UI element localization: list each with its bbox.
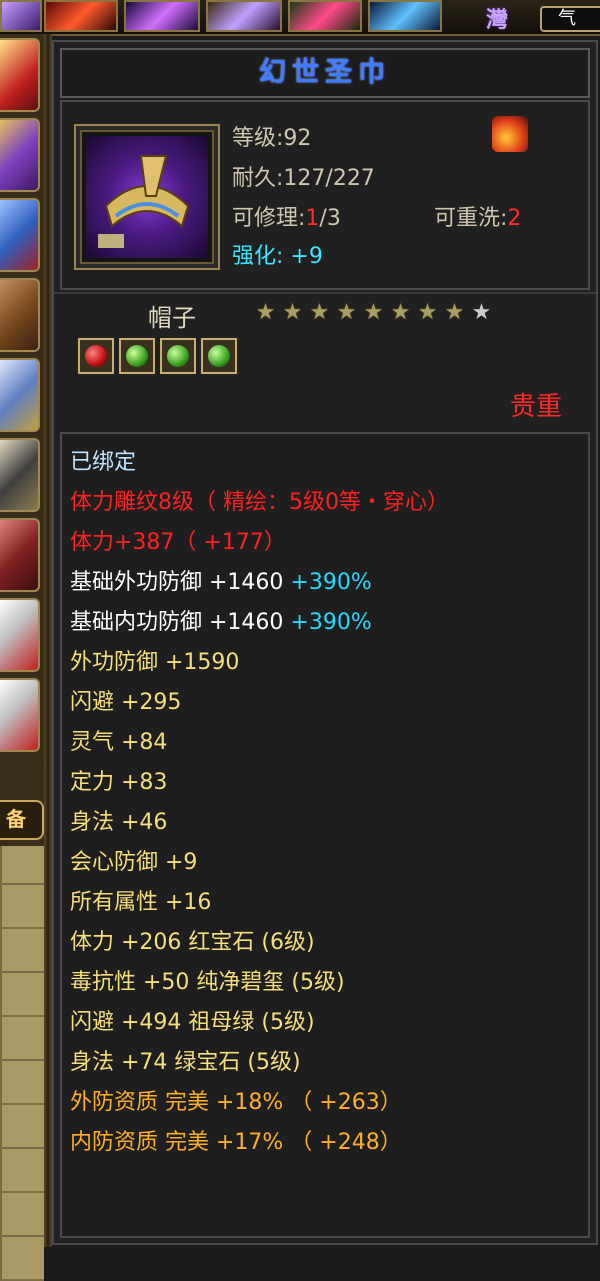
headband-icon bbox=[86, 136, 208, 258]
top-slot-3[interactable] bbox=[124, 0, 200, 32]
star-icon: ★ bbox=[282, 300, 303, 325]
ext-aptitude-line: 外防资质 完美 +18% （ +263） bbox=[70, 1090, 402, 1115]
agility-line: 身法 +46 bbox=[70, 810, 168, 835]
ext-def-line: 外功防御 +1590 bbox=[70, 650, 240, 675]
top-slot-6[interactable] bbox=[368, 0, 442, 32]
base-ext-def-value: 基础外功防御 +1460 bbox=[70, 570, 291, 595]
gem-slot-3[interactable] bbox=[160, 338, 196, 374]
stamina-line: 体力+387（ +177） bbox=[70, 530, 286, 555]
equip-slot-amulet-1[interactable] bbox=[0, 598, 40, 672]
equip-slot-wrist[interactable] bbox=[0, 118, 40, 192]
focus-line: 定力 +83 bbox=[70, 770, 168, 795]
star-icon: ★ bbox=[309, 300, 330, 325]
item-name: 幻世圣巾 bbox=[259, 57, 391, 88]
equip-slot-bracelet[interactable] bbox=[0, 518, 40, 592]
star-icon: ★ bbox=[255, 300, 276, 325]
item-level: 等级:92 bbox=[232, 126, 312, 151]
tab-qi[interactable]: 气 bbox=[540, 6, 600, 32]
item-tooltip: 幻世圣巾 等级:92 耐久:127/227 可修理:1/3 可重洗:2 强化: … bbox=[52, 40, 598, 1245]
gem-slot-1[interactable] bbox=[78, 338, 114, 374]
equip-slot-armor[interactable] bbox=[0, 198, 40, 272]
base-int-def-value: 基础内功防御 +1460 bbox=[70, 610, 291, 635]
attribute-list: 已绑定 体力雕纹8级（ 精绘：5级0等・穿心） 体力+387（ +177） 基础… bbox=[60, 432, 590, 1238]
base-ext-def-bonus: +390% bbox=[290, 570, 372, 595]
star-icon: ★ bbox=[363, 300, 384, 325]
equipment-tab[interactable]: 备 bbox=[0, 800, 44, 840]
star-icon: ★ bbox=[471, 300, 492, 325]
base-int-def-line: 基础内功防御 +1460 +390% bbox=[70, 608, 372, 638]
base-int-def-bonus: +390% bbox=[290, 610, 372, 635]
brand-glyph: 灣 bbox=[485, 8, 508, 33]
engrave-line: 体力雕纹8级（ 精绘：5级0等・穿心） bbox=[70, 490, 449, 515]
fire-element-icon bbox=[492, 116, 528, 152]
equip-slot-ring[interactable] bbox=[0, 438, 40, 512]
red-gem-icon bbox=[85, 345, 107, 367]
item-header: 等级:92 耐久:127/227 可修理:1/3 可重洗:2 强化: +9 bbox=[60, 100, 590, 290]
star-icon: ★ bbox=[444, 300, 465, 325]
star-icon: ★ bbox=[336, 300, 357, 325]
all-attr-line: 所有属性 +16 bbox=[70, 890, 212, 915]
dodge-line: 闪避 +295 bbox=[70, 690, 182, 715]
gem-line-tourmaline: 毒抗性 +50 纯净碧玺 (5级) bbox=[70, 970, 345, 995]
column-separator bbox=[44, 34, 52, 1247]
item-title-bar: 幻世圣巾 bbox=[60, 48, 590, 98]
repair-count: 1 bbox=[305, 206, 320, 231]
star-rating: ★ ★ ★ ★ ★ ★ ★ ★ ★ bbox=[252, 300, 495, 325]
item-quality: 贵重 bbox=[510, 392, 563, 422]
star-icon: ★ bbox=[417, 300, 438, 325]
background-floor bbox=[0, 846, 44, 1281]
equip-slot-amulet-2[interactable] bbox=[0, 678, 40, 752]
top-slot-5[interactable] bbox=[288, 0, 362, 32]
spirit-line: 灵气 +84 bbox=[70, 730, 168, 755]
star-icon: ★ bbox=[390, 300, 411, 325]
bound-status: 已绑定 bbox=[70, 450, 137, 475]
item-type: 帽子 bbox=[148, 304, 196, 332]
gem-line-green: 身法 +74 绿宝石 (5级) bbox=[70, 1050, 301, 1075]
green-gem-icon bbox=[208, 345, 230, 367]
repair-max: /3 bbox=[319, 206, 341, 231]
gem-line-emerald: 闪避 +494 祖母绿 (5级) bbox=[70, 1010, 315, 1035]
green-gem-icon bbox=[167, 345, 189, 367]
top-slot-1[interactable] bbox=[0, 0, 42, 32]
gem-slots bbox=[78, 338, 242, 378]
enhance-value: +9 bbox=[290, 244, 323, 269]
equipment-column: 备 bbox=[0, 34, 44, 1281]
enhance-label: 强化: bbox=[232, 244, 291, 269]
equip-slot-boots[interactable] bbox=[0, 358, 40, 432]
gem-slot-4[interactable] bbox=[201, 338, 237, 374]
item-repair: 可修理:1/3 bbox=[232, 200, 341, 232]
equip-slot-weapon[interactable] bbox=[0, 38, 40, 112]
base-ext-def-line: 基础外功防御 +1460 +390% bbox=[70, 568, 372, 598]
top-slot-strip: 灣 气 bbox=[0, 0, 600, 36]
item-durability: 耐久:127/227 bbox=[232, 166, 375, 191]
equip-slot-belt[interactable] bbox=[0, 278, 40, 352]
int-aptitude-line: 内防资质 完美 +17% （ +248） bbox=[70, 1130, 402, 1155]
item-enhance: 强化: +9 bbox=[232, 238, 323, 270]
section-divider bbox=[54, 292, 596, 294]
rewash-label: 可重洗: bbox=[434, 206, 508, 231]
item-icon-frame bbox=[74, 124, 220, 270]
item-rewash: 可重洗:2 bbox=[434, 200, 521, 232]
top-slot-4[interactable] bbox=[206, 0, 282, 32]
top-slot-2[interactable] bbox=[44, 0, 118, 32]
green-gem-icon bbox=[126, 345, 148, 367]
crit-def-line: 会心防御 +9 bbox=[70, 850, 198, 875]
rewash-count: 2 bbox=[507, 206, 522, 231]
gem-slot-2[interactable] bbox=[119, 338, 155, 374]
repair-label: 可修理: bbox=[232, 206, 306, 231]
gem-line-ruby: 体力 +206 红宝石 (6级) bbox=[70, 930, 315, 955]
